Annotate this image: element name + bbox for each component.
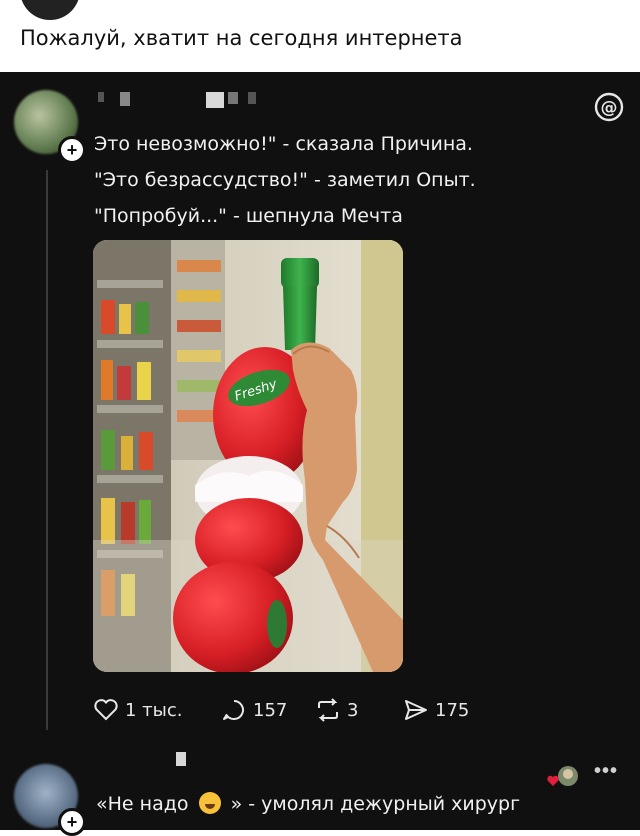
author-username-blurred[interactable]: [98, 88, 258, 108]
threads-post[interactable]: + @ Это невозможно!" - сказала Причина. …: [0, 72, 640, 836]
like-count: 1 тыс.: [125, 699, 183, 721]
post-line-3: "Попробуй..." - шепнула Мечта: [94, 205, 403, 227]
repost-icon: [318, 698, 338, 722]
comment-count: 157: [253, 699, 288, 721]
comment-button[interactable]: 157: [221, 698, 287, 722]
share-button[interactable]: 175: [403, 698, 469, 722]
follow-plus-icon[interactable]: +: [58, 136, 86, 164]
post-photo[interactable]: Freshy: [93, 240, 403, 672]
svg-text:@: @: [601, 98, 618, 118]
thread-line: [46, 170, 48, 730]
strawberry-bottle-photo: Freshy: [93, 240, 403, 672]
reply-follow-plus-icon[interactable]: +: [58, 808, 86, 836]
repost-button[interactable]: 3: [315, 698, 358, 722]
reply-text-end: » - умолял дежурный хирург: [230, 793, 521, 815]
post-line-1: Это невозможно!" - сказала Причина.: [94, 133, 473, 155]
like-button[interactable]: 1 тыс.: [93, 698, 183, 722]
reply-text: «Не надо » - умолял дежурный хирург: [96, 792, 520, 815]
reply-username-blurred[interactable]: [176, 752, 196, 768]
partial-avatar-top: [20, 0, 80, 20]
send-icon: [405, 700, 427, 720]
heart-icon: [94, 699, 118, 721]
meme-caption: Пожалуй, хватит на сегодня интернета: [20, 26, 463, 50]
share-count: 175: [435, 699, 470, 721]
post-line-2: "Это безрассудство!" - заметил Опыт.: [94, 169, 476, 191]
reply-post[interactable]: + ••• «Не надо » - умолял дежурный хирур…: [0, 738, 640, 836]
post-text: Это невозможно!" - сказала Причина. "Это…: [94, 126, 476, 234]
post-actions: 1 тыс. 157 3 175: [93, 698, 513, 728]
more-options-icon[interactable]: •••: [594, 760, 618, 783]
crying-face-emoji-icon: [198, 792, 221, 814]
threads-logo-icon[interactable]: @: [594, 92, 624, 122]
repost-count: 3: [347, 699, 359, 721]
comment-icon: [223, 700, 244, 720]
liked-by-author-icon: [547, 766, 578, 786]
reply-text-start: «Не надо: [96, 793, 189, 815]
